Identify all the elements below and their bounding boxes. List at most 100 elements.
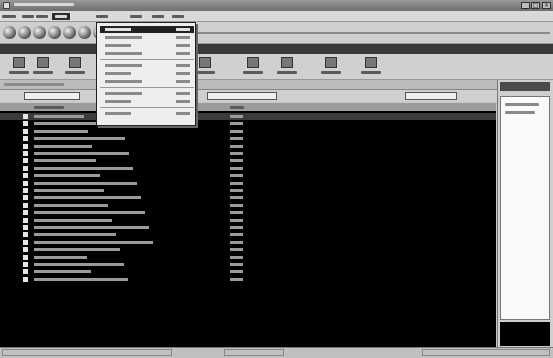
- menu-item[interactable]: [100, 110, 194, 117]
- close-button[interactable]: ×: [542, 2, 551, 9]
- track-row[interactable]: [0, 172, 496, 179]
- next-icon[interactable]: [48, 26, 61, 39]
- column-header-length[interactable]: [230, 106, 244, 109]
- track-checkbox[interactable]: [23, 121, 28, 127]
- menu-item[interactable]: [100, 62, 194, 69]
- track-checkbox[interactable]: [23, 254, 28, 260]
- prev-icon[interactable]: [33, 26, 46, 39]
- menu-item[interactable]: [100, 90, 194, 97]
- toolbar-label: [321, 71, 341, 74]
- track-row[interactable]: [0, 128, 496, 135]
- seek-slider[interactable]: [170, 32, 550, 34]
- menu-item[interactable]: [100, 34, 194, 41]
- track-row[interactable]: [0, 157, 496, 164]
- menu-item[interactable]: [100, 78, 194, 85]
- track-name: [34, 144, 92, 148]
- menu-item-shortcut: [176, 112, 190, 115]
- menu-5[interactable]: [130, 13, 142, 20]
- app-icon[interactable]: [3, 2, 10, 9]
- track-row[interactable]: [0, 261, 496, 268]
- track-row[interactable]: [0, 187, 496, 194]
- track-row[interactable]: [0, 150, 496, 157]
- field-3[interactable]: [405, 92, 457, 100]
- track-checkbox[interactable]: [23, 202, 28, 208]
- repeat-icon[interactable]: [78, 26, 91, 39]
- track-row[interactable]: [0, 209, 496, 216]
- track-checkbox[interactable]: [23, 158, 28, 164]
- track-row[interactable]: [0, 217, 496, 224]
- print-icon: [281, 57, 293, 68]
- track-checkbox[interactable]: [23, 165, 28, 171]
- track-length: [230, 115, 243, 118]
- menu-7[interactable]: [172, 13, 184, 20]
- record-button[interactable]: [60, 57, 90, 77]
- field-2[interactable]: [207, 92, 277, 100]
- menu-separator: [100, 107, 194, 108]
- menu-4[interactable]: [96, 13, 108, 20]
- menu-item[interactable]: [100, 98, 194, 105]
- right-pane-item[interactable]: [505, 103, 539, 106]
- toolbar-label: [33, 71, 53, 74]
- shuffle-icon[interactable]: [63, 26, 76, 39]
- track-checkbox[interactable]: [23, 136, 28, 142]
- stop-icon[interactable]: [18, 26, 31, 39]
- save-button[interactable]: [238, 57, 268, 77]
- track-row[interactable]: [0, 268, 496, 275]
- track-checkbox[interactable]: [23, 128, 28, 134]
- menu-item[interactable]: [100, 42, 194, 49]
- field-1[interactable]: [24, 92, 80, 100]
- track-row[interactable]: [0, 224, 496, 231]
- menu-item[interactable]: [100, 26, 194, 33]
- help-button[interactable]: [356, 57, 386, 77]
- menu-2[interactable]: [36, 13, 48, 20]
- track-checkbox[interactable]: [23, 143, 28, 149]
- track-row[interactable]: [0, 180, 496, 187]
- print-button[interactable]: [272, 57, 302, 77]
- menu-6[interactable]: [152, 13, 164, 20]
- track-row[interactable]: [0, 165, 496, 172]
- track-row[interactable]: [0, 143, 496, 150]
- track-name: [34, 226, 149, 229]
- menu-3[interactable]: [52, 13, 70, 20]
- stop-button[interactable]: [28, 57, 58, 77]
- track-row[interactable]: [0, 246, 496, 253]
- track-row[interactable]: [0, 254, 496, 261]
- menu-0[interactable]: [2, 13, 16, 20]
- track-checkbox[interactable]: [23, 247, 28, 253]
- track-name: [34, 233, 116, 237]
- menu-1[interactable]: [22, 13, 34, 20]
- track-row[interactable]: [0, 113, 496, 120]
- track-row[interactable]: [0, 239, 496, 246]
- track-checkbox[interactable]: [23, 180, 28, 186]
- path-text: [4, 83, 64, 86]
- minimize-button[interactable]: _: [521, 2, 530, 9]
- track-checkbox[interactable]: [23, 276, 28, 282]
- track-checkbox[interactable]: [23, 269, 28, 275]
- track-checkbox[interactable]: [23, 151, 28, 156]
- right-pane-item[interactable]: [505, 111, 535, 114]
- maximize-button[interactable]: □: [531, 2, 540, 9]
- track-checkbox[interactable]: [23, 210, 28, 216]
- track-row[interactable]: [0, 231, 496, 238]
- track-checkbox[interactable]: [23, 195, 28, 201]
- toolbar-label: [361, 71, 381, 74]
- track-row[interactable]: [0, 194, 496, 201]
- menu-item[interactable]: [100, 70, 194, 77]
- column-header-name[interactable]: [34, 106, 64, 109]
- find-button[interactable]: [316, 57, 346, 77]
- track-row[interactable]: [0, 120, 496, 127]
- track-checkbox[interactable]: [23, 232, 28, 238]
- track-checkbox[interactable]: [23, 217, 28, 223]
- menu-item[interactable]: [100, 50, 194, 57]
- track-checkbox[interactable]: [23, 188, 28, 193]
- track-checkbox[interactable]: [23, 173, 28, 179]
- track-row[interactable]: [0, 276, 496, 283]
- track-checkbox[interactable]: [23, 114, 28, 119]
- grid-header: [0, 103, 496, 111]
- track-row[interactable]: [0, 202, 496, 209]
- play-icon[interactable]: [3, 26, 16, 39]
- track-row[interactable]: [0, 135, 496, 142]
- track-checkbox[interactable]: [23, 262, 28, 267]
- track-checkbox[interactable]: [23, 225, 28, 230]
- track-checkbox[interactable]: [23, 239, 28, 245]
